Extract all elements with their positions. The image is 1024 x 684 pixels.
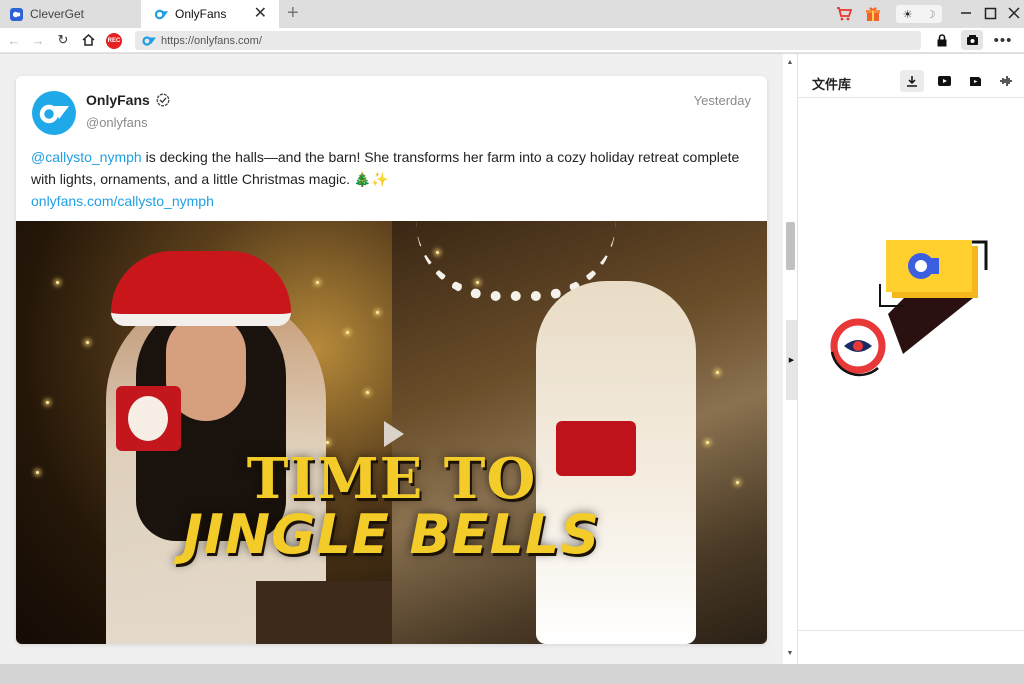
sidebar-collapse-handle[interactable]: ▶ bbox=[786, 320, 797, 400]
library-tab-audio[interactable] bbox=[994, 70, 1018, 92]
video-play-icon bbox=[937, 76, 951, 86]
post-text: @callysto_nymph is decking the halls—and… bbox=[31, 146, 751, 212]
plus-icon[interactable]: + bbox=[287, 2, 299, 24]
scroll-up-arrow-icon[interactable]: ▲ bbox=[785, 58, 795, 68]
lock-icon[interactable] bbox=[933, 31, 951, 49]
verified-icon bbox=[156, 93, 170, 107]
post-card: OnlyFans @onlyfans Yesterday @callysto_n… bbox=[16, 76, 767, 644]
close-tab-icon[interactable]: ✕ bbox=[254, 5, 267, 23]
record-button[interactable]: REC bbox=[106, 33, 122, 49]
post-mention-link[interactable]: @callysto_nymph bbox=[31, 149, 142, 165]
post-timestamp: Yesterday bbox=[693, 93, 751, 108]
author-name-text: OnlyFans bbox=[86, 92, 150, 108]
onlyfans-favicon-icon bbox=[155, 8, 168, 21]
home-icon[interactable] bbox=[79, 31, 97, 49]
web-page: OnlyFans @onlyfans Yesterday @callysto_n… bbox=[0, 54, 783, 664]
video-title-line-2: JINGLE BELLS bbox=[182, 503, 601, 566]
close-window-button[interactable] bbox=[1004, 3, 1024, 23]
empty-library-illustration bbox=[830, 240, 988, 377]
play-icon[interactable] bbox=[384, 421, 404, 447]
santa-mug-face-shape bbox=[128, 396, 168, 441]
moon-icon[interactable]: ☽ bbox=[926, 8, 936, 21]
tab-label: CleverGet bbox=[30, 7, 85, 21]
cart-icon[interactable] bbox=[834, 4, 854, 24]
post-video[interactable]: TIME TO JINGLE BELLS bbox=[16, 221, 767, 644]
theme-toggle[interactable]: ☀ ☽ bbox=[896, 5, 942, 23]
sun-icon[interactable]: ☀ bbox=[903, 8, 913, 21]
tab-bar: CleverGet OnlyFans ✕ + ☀ ☽ bbox=[0, 0, 1024, 28]
library-tab-downloading[interactable] bbox=[900, 70, 924, 92]
video-clip-icon bbox=[969, 76, 981, 86]
post-profile-link[interactable]: onlyfans.com/callysto_nymph bbox=[31, 193, 214, 209]
download-manager-icon[interactable] bbox=[961, 30, 983, 50]
library-footer-divider bbox=[798, 630, 1024, 631]
onlyfans-site-icon bbox=[142, 35, 156, 46]
address-url: https://onlyfans.com/ bbox=[161, 34, 262, 47]
back-arrow-icon[interactable]: ← bbox=[5, 31, 23, 49]
forward-arrow-icon[interactable]: → bbox=[29, 31, 47, 49]
minimize-window-button[interactable] bbox=[956, 3, 976, 23]
library-header: 文件库 bbox=[798, 54, 1024, 98]
author-handle[interactable]: @onlyfans bbox=[86, 115, 148, 130]
download-icon bbox=[907, 76, 917, 87]
scroll-down-arrow-icon[interactable]: ▼ bbox=[785, 649, 795, 659]
cleverget-favicon-icon bbox=[10, 7, 23, 21]
more-options-icon[interactable]: ••• bbox=[994, 31, 1012, 49]
tab-onlyfans[interactable]: OnlyFans ✕ bbox=[141, 0, 279, 28]
status-bar bbox=[0, 664, 1024, 684]
author-name[interactable]: OnlyFans bbox=[86, 92, 170, 108]
maximize-window-button[interactable] bbox=[980, 3, 1000, 23]
wicker-chair-shape bbox=[256, 581, 392, 644]
tab-label: OnlyFans bbox=[175, 7, 227, 21]
scrollbar-thumb[interactable] bbox=[786, 222, 795, 270]
library-panel: 文件库 bbox=[797, 54, 1024, 664]
audio-wave-icon bbox=[999, 76, 1012, 86]
address-bar[interactable]: https://onlyfans.com/ bbox=[135, 31, 921, 50]
navigation-bar: ← → ↻ REC https://onlyfans.com/ ••• bbox=[0, 28, 1024, 53]
avatar[interactable] bbox=[32, 91, 76, 135]
library-title: 文件库 bbox=[812, 78, 852, 93]
reload-icon[interactable]: ↻ bbox=[54, 31, 72, 49]
library-tab-clips[interactable] bbox=[963, 70, 987, 92]
library-tab-videos[interactable] bbox=[932, 70, 956, 92]
tab-cleverget[interactable]: CleverGet bbox=[0, 0, 141, 28]
santa-hat-shape bbox=[111, 251, 291, 326]
gift-icon[interactable] bbox=[863, 4, 883, 24]
